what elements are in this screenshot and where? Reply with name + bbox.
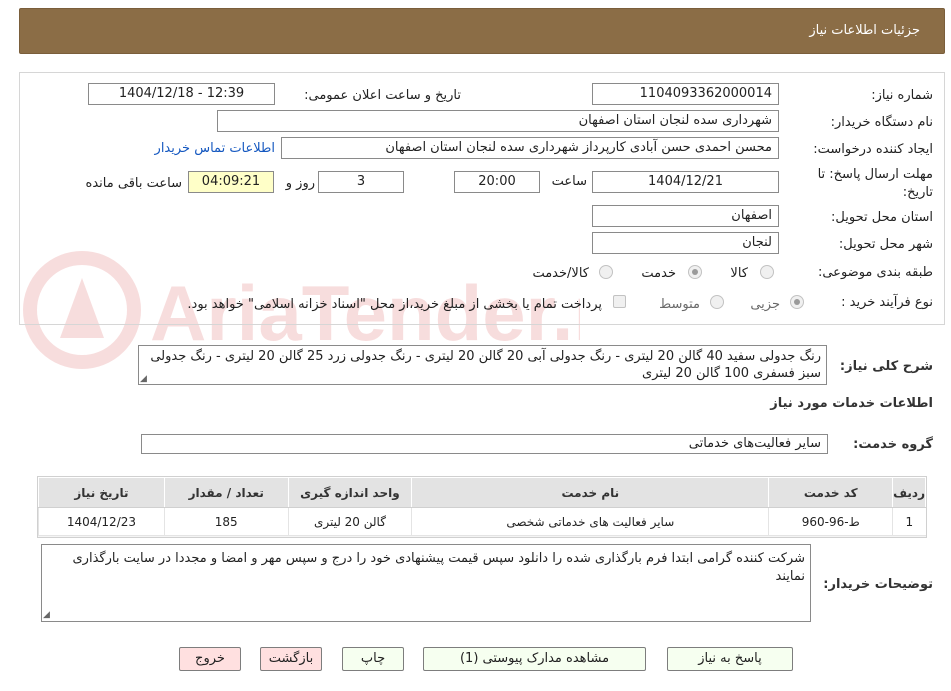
creator-label: ایجاد کننده درخواست: <box>813 142 933 157</box>
treasury-payment-note: پرداخت تمام یا بخشی از مبلغ خرید،از محل … <box>187 297 602 312</box>
category-radio-goods[interactable] <box>760 265 774 279</box>
announce-date-label: تاریخ و ساعت اعلان عمومی: <box>304 88 461 103</box>
col-header-unit: واحد اندازه گیری <box>287 477 413 508</box>
province-field[interactable]: اصفهان <box>592 205 779 227</box>
process-type-label: نوع فرآیند خرید : <box>841 295 933 310</box>
cell-need-date: 1404/12/23 <box>38 507 165 536</box>
days-remaining-field[interactable]: 3 <box>318 171 404 193</box>
deadline-date-field[interactable]: 1404/12/21 <box>592 171 779 193</box>
province-label: استان محل تحویل: <box>831 210 933 225</box>
service-group-label: گروه خدمت: <box>853 437 933 452</box>
deadline-label-date: تاریخ: <box>902 185 933 200</box>
col-header-need-date: تاریخ نیاز <box>38 477 165 508</box>
cell-service-name: سایر فعالیت های خدماتی شخصی <box>411 507 769 536</box>
days-label: روز و <box>285 176 315 191</box>
table-row[interactable]: 1 ط-96-960 سایر فعالیت های خدماتی شخصی گ… <box>38 507 926 536</box>
deadline-time-field[interactable]: 20:00 <box>454 171 540 193</box>
print-button[interactable]: چاپ <box>342 647 404 671</box>
buyer-contact-link[interactable]: اطلاعات تماس خریدار <box>155 141 275 156</box>
process-option-minor: جزیی <box>750 297 780 312</box>
remaining-time-field: 04:09:21 <box>188 171 274 193</box>
category-option-goods: کالا <box>730 266 748 281</box>
process-radio-medium[interactable] <box>710 295 724 309</box>
deadline-label: مهلت ارسال پاسخ: تا <box>817 167 933 182</box>
page-header: جزئیات اطلاعات نیاز <box>19 8 945 54</box>
need-number-label: شماره نیاز: <box>871 88 933 103</box>
description-label: شرح کلی نیاز: <box>839 359 933 374</box>
view-attachments-button[interactable]: مشاهده مدارک پیوستی (1) <box>423 647 646 671</box>
col-header-quantity: تعداد / مقدار <box>163 477 289 508</box>
category-radio-service[interactable] <box>688 265 702 279</box>
cell-quantity: 185 <box>163 507 289 536</box>
category-label: طبقه بندی موضوعی: <box>817 265 933 280</box>
creator-field[interactable]: محسن احمدی حسن آبادی کارپرداز شهرداری سد… <box>281 137 779 159</box>
services-section-title: اطلاعات خدمات مورد نیاز <box>770 396 933 411</box>
reply-to-need-button[interactable]: پاسخ به نیاز <box>667 647 793 671</box>
cell-service-code: ط-96-960 <box>768 507 893 536</box>
col-header-row-number: ردیف <box>892 477 926 508</box>
services-table-wrap: ردیف کد خدمت نام خدمت واحد اندازه گیری ت… <box>37 476 927 538</box>
need-number-field[interactable]: 1104093362000014 <box>592 83 779 105</box>
category-option-service: خدمت <box>641 266 676 281</box>
announce-date-field[interactable]: 1404/12/18 - 12:39 <box>88 83 275 105</box>
buyer-notes-textarea[interactable]: شرکت کننده گرامی ابتدا فرم بارگذاری شده … <box>41 544 811 622</box>
category-option-goods-service: کالا/خدمت <box>532 266 589 281</box>
services-table: ردیف کد خدمت نام خدمت واحد اندازه گیری ت… <box>38 477 926 536</box>
exit-button[interactable]: خروج <box>179 647 241 671</box>
category-radio-goods-service[interactable] <box>599 265 613 279</box>
table-header-row: ردیف کد خدمت نام خدمت واحد اندازه گیری ت… <box>38 477 926 508</box>
city-field[interactable]: لنجان <box>592 232 779 254</box>
description-textarea[interactable]: رنگ جدولی سفید 40 گالن 20 لیتری - رنگ جد… <box>138 345 827 385</box>
deadline-time-label: ساعت <box>551 174 587 189</box>
cell-row-number: 1 <box>892 507 926 536</box>
buyer-notes-label: توضیحات خریدار: <box>823 577 933 592</box>
service-group-field[interactable]: سایر فعالیت‌های خدماتی <box>141 434 828 454</box>
page-title: جزئیات اطلاعات نیاز <box>809 23 920 38</box>
col-header-service-code: کد خدمت <box>768 477 894 508</box>
buyer-org-field[interactable]: شهرداری سده لنجان استان اصفهان <box>217 110 779 132</box>
back-button[interactable]: بازگشت <box>260 647 322 671</box>
process-option-medium: متوسط <box>659 297 700 312</box>
buyer-org-label: نام دستگاه خریدار: <box>830 115 933 130</box>
treasury-payment-checkbox[interactable] <box>613 295 626 308</box>
cell-unit: گالن 20 لیتری <box>287 507 412 536</box>
process-radio-minor[interactable] <box>790 295 804 309</box>
notes-resize-grip-icon[interactable]: ◢ <box>43 611 51 620</box>
remaining-time-label: ساعت باقی مانده <box>85 176 182 191</box>
city-label: شهر محل تحویل: <box>838 237 933 252</box>
col-header-service-name: نام خدمت <box>411 477 770 508</box>
resize-grip-icon[interactable]: ◢ <box>140 375 148 384</box>
